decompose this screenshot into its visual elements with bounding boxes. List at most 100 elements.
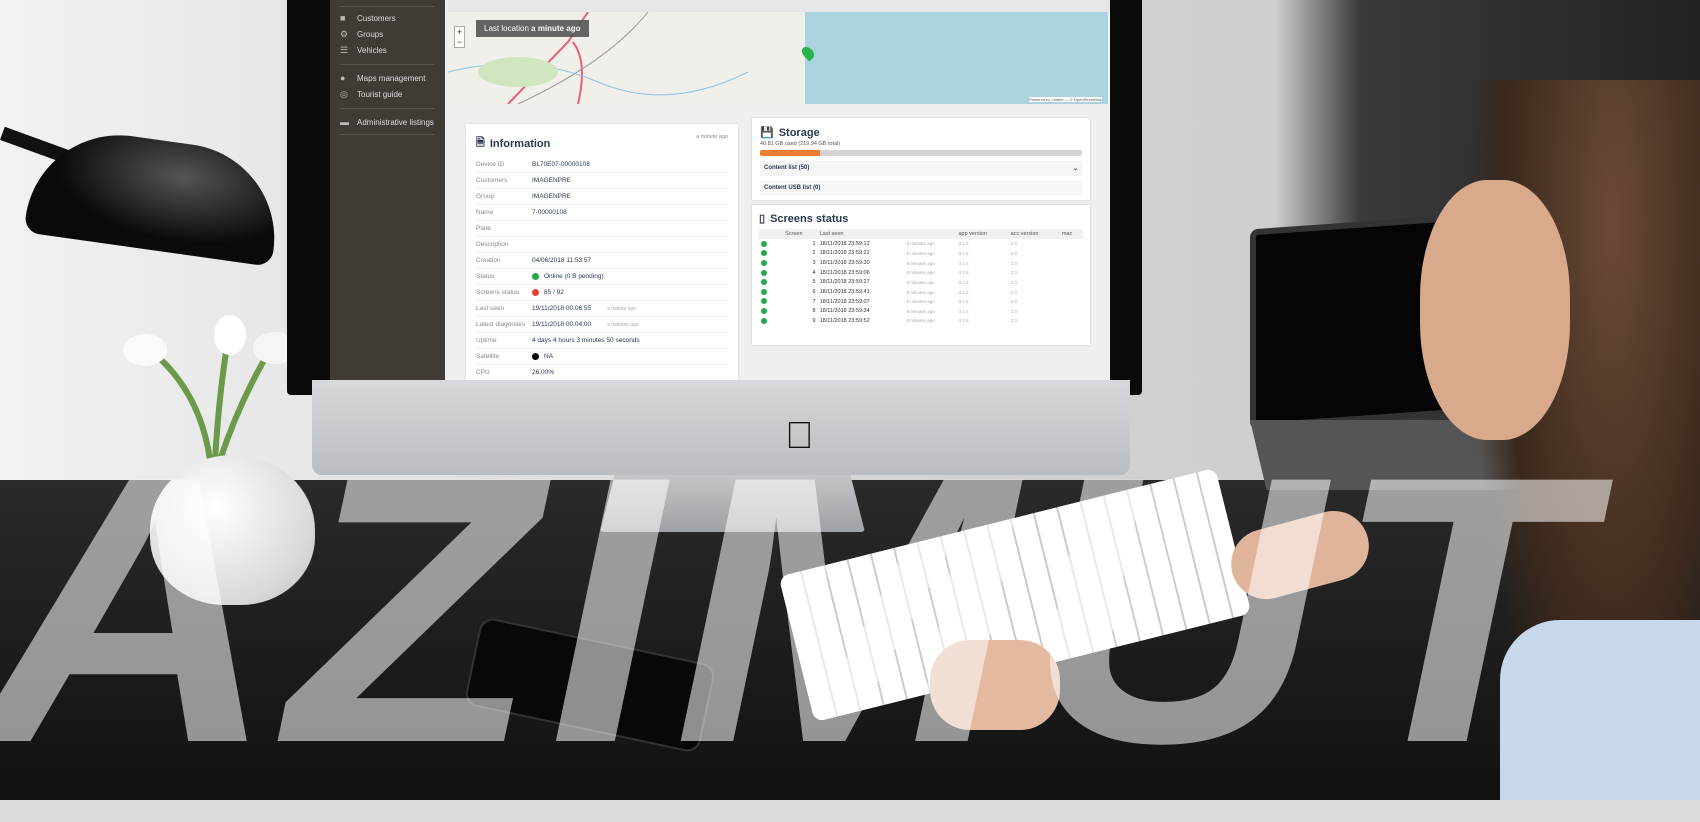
table-row[interactable]: 5 18/11/2018 23:59:27 8 minutes ago 3.1.5 2.… xyxy=(759,278,1083,288)
info-key: Name xyxy=(476,209,494,216)
info-row: Latest diagnoses 19/11/2018 00:04:00 a min… xyxy=(476,317,728,333)
info-key: Device ID xyxy=(476,161,505,168)
info-key: Description xyxy=(476,241,509,248)
table-row[interactable]: 7 18/11/2018 23:59:07 8 minutes ago 3.1.5 2.… xyxy=(759,297,1083,307)
column-header[interactable] xyxy=(904,229,957,239)
sidebar-item-groups[interactable]: ⚙ Groups xyxy=(340,29,383,40)
status-dot xyxy=(532,352,539,360)
map-zoom-controls[interactable]: + − xyxy=(454,26,465,48)
column-header[interactable]: Screen xyxy=(783,229,818,239)
table-row[interactable]: 2 18/11/2018 23:59:22 8 minutes ago 3.1.5 2.… xyxy=(759,249,1083,259)
info-key: Last seen xyxy=(476,305,505,312)
status-dot xyxy=(761,250,767,257)
page-header xyxy=(448,0,1110,12)
information-title: Information xyxy=(489,137,551,150)
info-key: Latest diagnoses xyxy=(476,321,526,328)
table-row[interactable]: 6 18/11/2018 23:59:41 8 minutes ago 3.1.5 2.… xyxy=(759,287,1083,297)
map-sea xyxy=(805,12,1108,104)
chevron-down-icon: ⌄ xyxy=(1072,166,1078,172)
info-value: IMAGENPRE xyxy=(532,177,572,184)
info-value: 4 days 4 hours 3 minutes 50 seconds xyxy=(532,337,640,344)
vehicles-icon: ☰ xyxy=(340,45,349,55)
document-icon: 🗎 xyxy=(476,137,485,149)
groups-icon: ⚙ xyxy=(340,29,349,39)
info-key: Screens status xyxy=(476,289,519,296)
info-key: Customers xyxy=(476,177,508,184)
info-value: BL70E07-00000108 xyxy=(532,161,590,168)
info-key: Satellite xyxy=(476,353,500,360)
status-dot xyxy=(761,269,767,276)
table-row[interactable]: 1 18/11/2018 23:59:12 8 minutes ago 3.1.5 2.… xyxy=(759,239,1083,249)
info-relative-time: a minutes ago xyxy=(607,321,639,328)
column-header[interactable]: app version xyxy=(956,229,1009,239)
information-updated: a minute ago xyxy=(696,134,728,140)
info-row: CPU 26,00% xyxy=(476,365,728,380)
sidebar-item-vehicles[interactable]: ☰ Vehicles xyxy=(340,45,387,56)
info-row: Description xyxy=(476,237,728,253)
content-list-accordion[interactable]: Content list (50) ⌄ xyxy=(760,161,1082,176)
status-dot xyxy=(761,259,767,266)
monitor-screen: ■ Customers ⚙ Groups ☰ Vehicles ● Maps manag… xyxy=(330,0,1110,380)
info-value: Online (0 B pending) xyxy=(532,272,604,280)
storage-card: 💾 Storage 40.81 GB used (219.94 GB total)… xyxy=(752,118,1090,200)
list-icon: ▬ xyxy=(340,117,349,127)
screens-table: Screen Last seen app version acc version mac… xyxy=(759,229,1083,326)
info-row: Device ID BL70E07-00000108 xyxy=(476,157,728,173)
info-value: 04/06/2018 11:53:57 xyxy=(532,257,592,264)
storage-used-text: 40.81 GB used (219.94 GB total) xyxy=(760,141,841,147)
info-value: 19/11/2018 00:04:00 xyxy=(532,321,592,328)
info-row: Plate xyxy=(476,221,728,237)
map-icon: ● xyxy=(340,73,346,83)
storage-progress-fill xyxy=(760,150,820,156)
status-dot xyxy=(761,308,767,315)
info-relative-time: a minute ago xyxy=(607,305,637,312)
column-header[interactable]: Last seen xyxy=(817,229,905,239)
information-card: 🗎 Information a minute ago Device ID BL70E… xyxy=(466,124,738,380)
info-value: 7-00000108 xyxy=(532,209,567,216)
info-row: Last seen 19/11/2018 00:06:55 a minute ago xyxy=(476,301,728,317)
status-dot xyxy=(532,288,539,296)
sidebar-item-maps-management[interactable]: ● Maps management xyxy=(340,73,425,83)
info-key: CPU xyxy=(476,369,490,376)
screen-icon: ▯ xyxy=(759,213,766,225)
table-row[interactable]: 8 18/11/2018 23:59:34 8 minutes ago 3.1.5 2.… xyxy=(759,306,1083,316)
column-header[interactable] xyxy=(759,229,784,239)
sidebar-item-administrative-listings[interactable]: ▬ Administrative listings xyxy=(340,117,434,127)
info-row: Screens status 85 / 92 xyxy=(476,285,728,301)
table-row[interactable]: 3 18/11/2018 23:59:30 8 minutes ago 3.1.5 2.… xyxy=(759,258,1083,268)
compass-icon: ◎ xyxy=(340,89,348,99)
info-value: IMAGENPRE xyxy=(532,193,572,200)
info-value: 85 / 92 xyxy=(532,288,564,296)
info-row: Customers IMAGENPRE xyxy=(476,173,728,189)
screens-status-title: Screens status xyxy=(770,212,849,225)
zoom-out-button[interactable]: − xyxy=(455,37,464,47)
info-value: NA xyxy=(532,352,553,360)
info-row: Uptime 4 days 4 hours 3 minutes 50 second… xyxy=(476,333,728,349)
info-key: Status xyxy=(476,273,495,280)
status-dot xyxy=(532,272,539,280)
sidebar-item-tourist-guide[interactable]: ◎ Tourist guide xyxy=(340,89,402,100)
map-attribution[interactable]: Powered by Leaflet — © OpenStreetMap xyxy=(1029,97,1102,102)
map[interactable]: + − Last location a minute ago Powered by… xyxy=(448,12,1108,104)
column-header[interactable]: mac xyxy=(1059,229,1083,239)
info-key: Creation xyxy=(476,257,501,264)
storage-progress-bar xyxy=(760,150,1082,156)
last-location-label: Last location a minute ago xyxy=(476,20,589,37)
save-icon: 💾 xyxy=(760,127,774,139)
info-row: Satellite NA xyxy=(476,349,728,365)
content-usb-list-accordion[interactable]: Content USB list (0) xyxy=(760,181,1082,195)
brand-overlay-text: AZIMUT xyxy=(0,397,1595,822)
info-value: 26,00% xyxy=(532,369,555,376)
info-key: Uptime xyxy=(476,337,497,344)
status-dot xyxy=(761,317,767,324)
column-header[interactable]: acc version xyxy=(1008,229,1060,239)
info-row: Status Online (0 B pending) xyxy=(476,269,728,285)
table-row[interactable]: 4 18/11/2018 23:59:06 8 minutes ago 3.1.5 2.… xyxy=(759,268,1083,278)
info-row: Creation 04/06/2018 11:53:57 xyxy=(476,253,728,269)
sidebar-item-customers[interactable]: ■ Customers xyxy=(340,13,396,23)
info-key: Group xyxy=(476,193,495,200)
storage-title: Storage xyxy=(778,126,820,139)
status-dot xyxy=(761,298,767,305)
zoom-in-button[interactable]: + xyxy=(455,27,464,37)
table-row[interactable]: 9 18/11/2018 23:59:52 8 minutes ago 3.1.5 2.… xyxy=(759,316,1083,326)
